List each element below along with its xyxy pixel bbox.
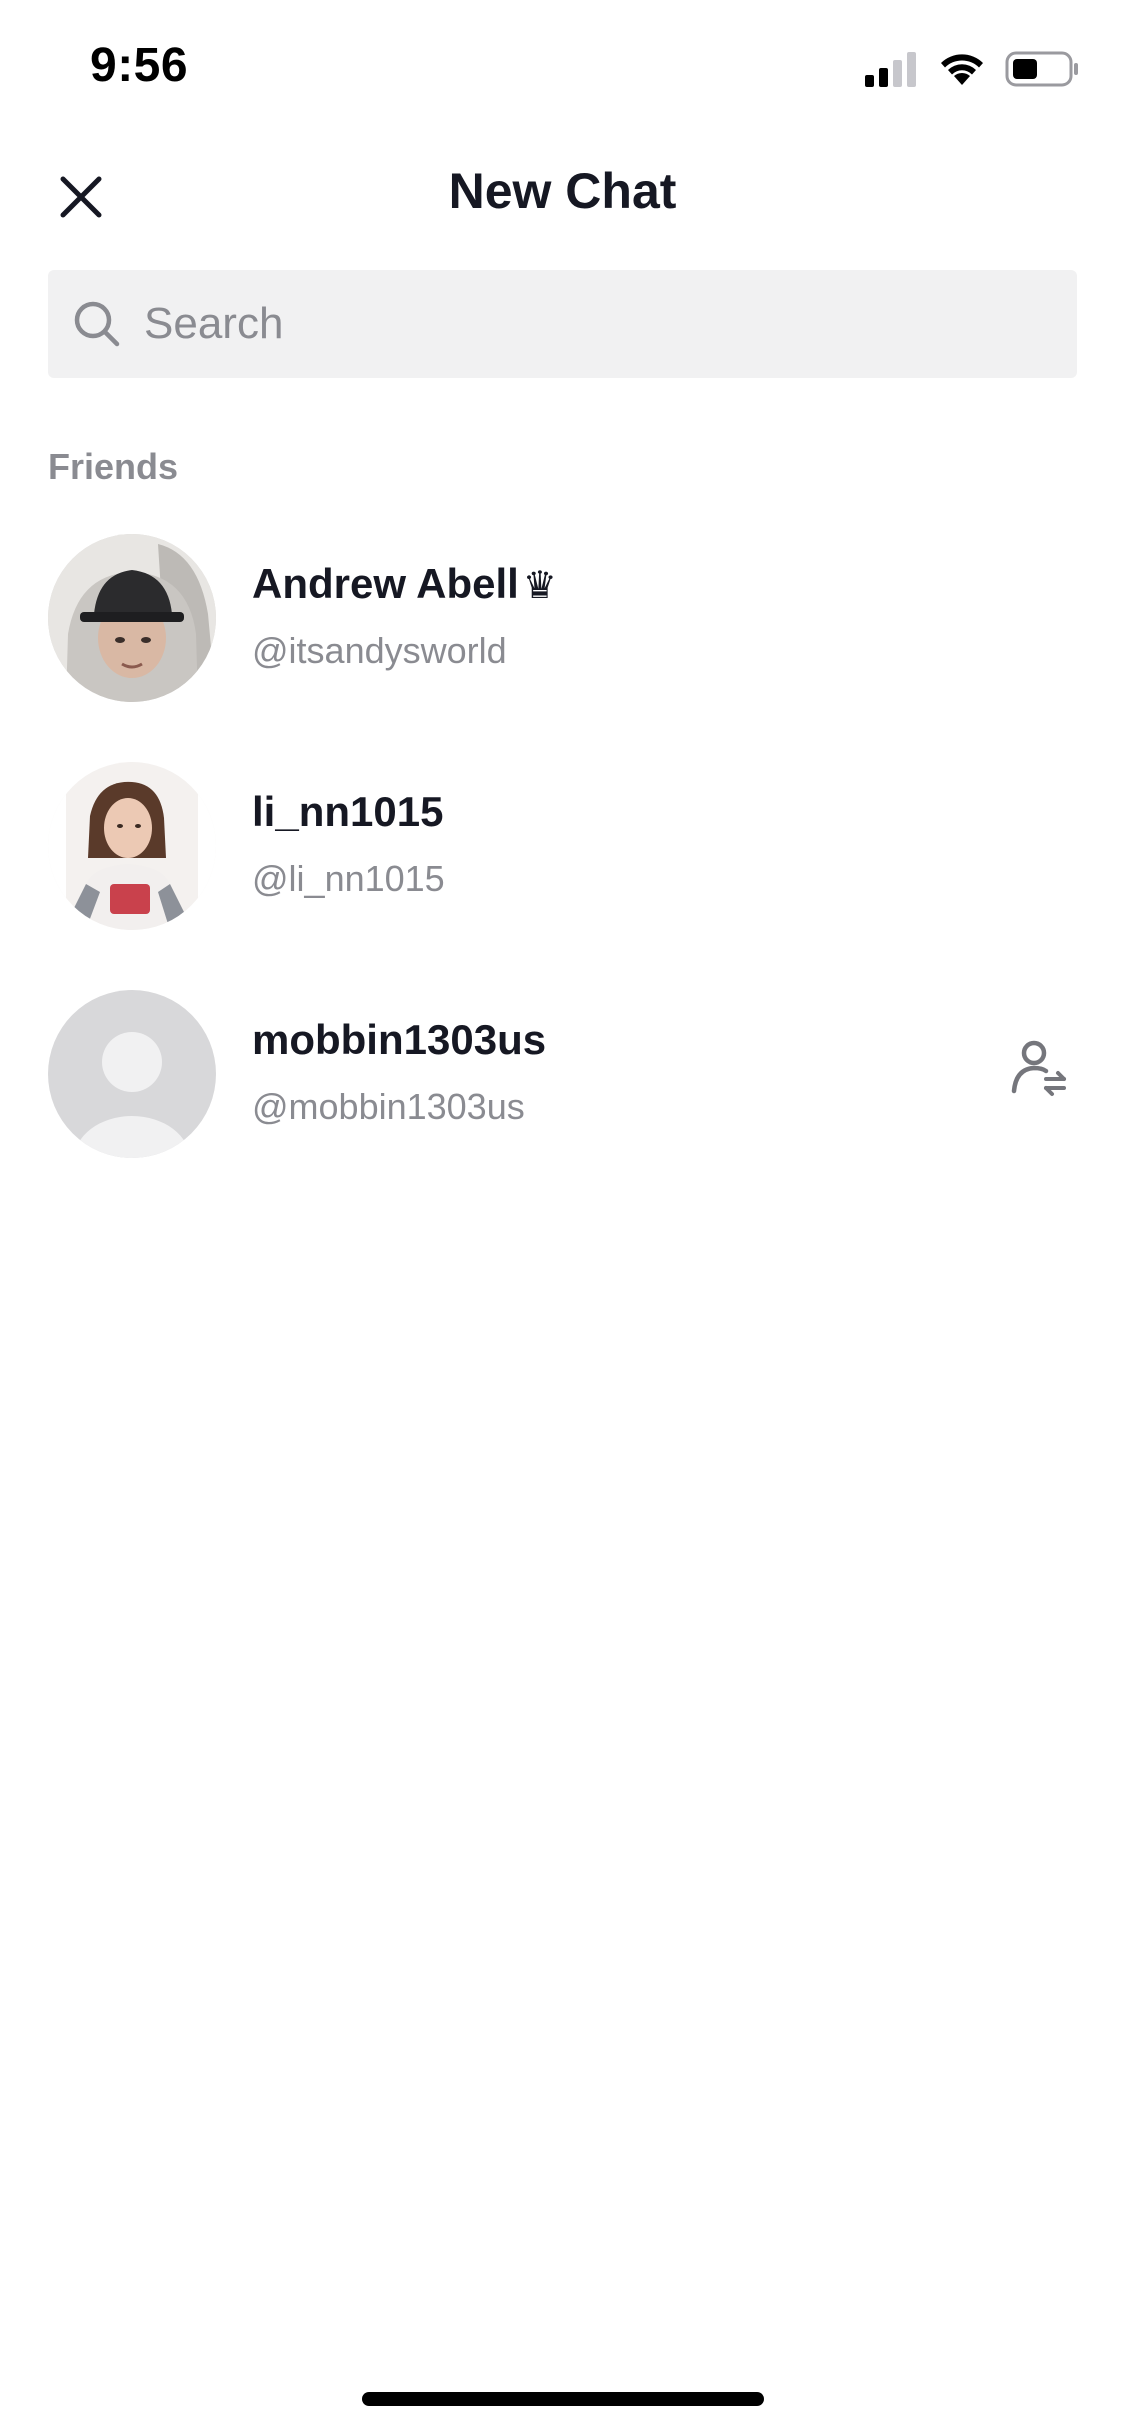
friend-row[interactable]: mobbin1303us @mobbin1303us: [0, 976, 1125, 1204]
avatar: [48, 534, 216, 702]
page-title: New Chat: [448, 163, 677, 219]
search-input[interactable]: [142, 283, 1046, 365]
search-bar[interactable]: [48, 270, 1077, 378]
friend-handle: @mobbin1303us: [252, 1086, 525, 1127]
status-icons: [863, 50, 1081, 93]
friend-name: mobbin1303us: [252, 1016, 547, 1063]
header: New Chat: [0, 140, 1125, 250]
search-icon: [72, 299, 122, 349]
follow-back-button[interactable]: [1003, 1034, 1073, 1104]
friend-handle: @li_nn1015: [252, 858, 445, 899]
friend-list: Andrew Abell ♛ @itsandysworld li_nn1015 @…: [0, 520, 1125, 1204]
section-label-friends: Friends: [48, 446, 179, 487]
crown-badge: ♛: [522, 565, 557, 607]
default-avatar: [48, 990, 216, 1158]
friend-row[interactable]: li_nn1015 @li_nn1015: [0, 748, 1125, 976]
avatar: [48, 762, 216, 930]
wifi-icon: [937, 51, 987, 92]
status-time: 9:56: [90, 39, 189, 92]
friend-handle: @itsandysworld: [252, 630, 507, 671]
friend-name: Andrew Abell ♛: [252, 560, 557, 607]
friend-name: li_nn1015: [252, 788, 444, 835]
status-bar: 9:56: [0, 0, 1125, 140]
friend-row[interactable]: Andrew Abell ♛ @itsandysworld: [0, 520, 1125, 748]
cellular-signal-icon: [863, 51, 919, 92]
home-indicator[interactable]: [362, 2392, 764, 2406]
follow-back-icon: [1008, 1037, 1068, 1102]
battery-icon: [1005, 50, 1081, 93]
